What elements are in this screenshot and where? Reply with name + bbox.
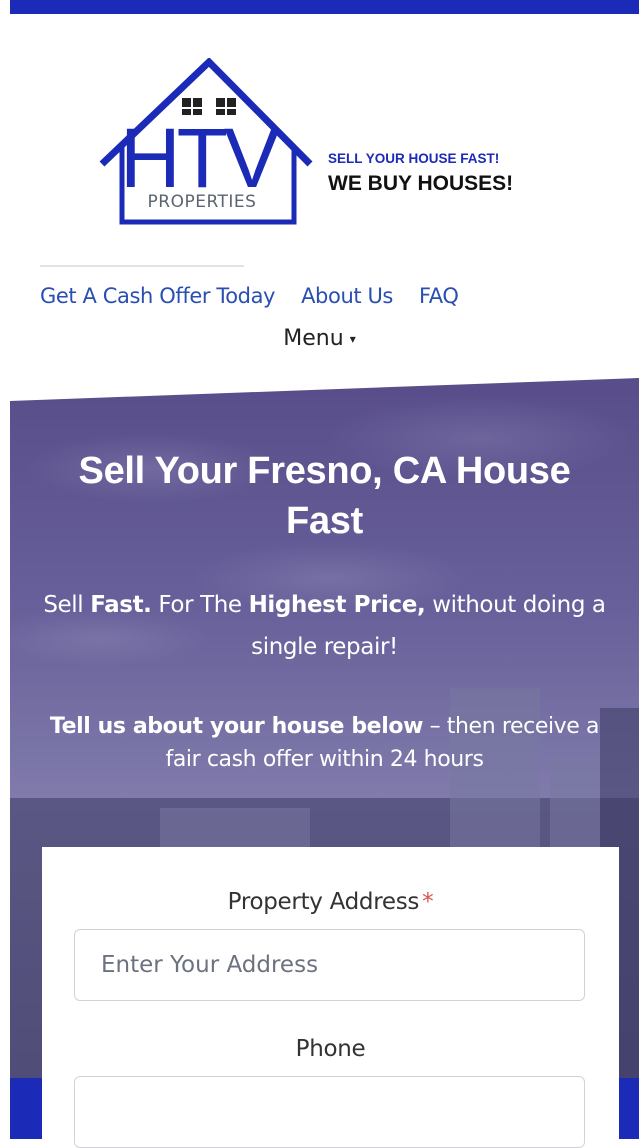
phone-input[interactable] — [74, 1076, 585, 1148]
header-divider — [40, 265, 244, 267]
required-asterisk: * — [422, 889, 434, 915]
hero-sub-fast: Fast. — [90, 592, 152, 618]
caret-down-icon: ▾ — [349, 332, 356, 346]
nav-link-cash-offer[interactable]: Get A Cash Offer Today — [40, 284, 275, 314]
top-accent-bar — [10, 0, 639, 14]
hero-sub-text: For The — [151, 592, 249, 618]
site-logo[interactable]: HTV PROPERTIES SELL YOUR HOUSE FAST! WE … — [96, 58, 566, 228]
address-input[interactable] — [74, 929, 585, 1001]
hero-sub-text: Sell — [43, 592, 91, 618]
nav-link-about[interactable]: About Us — [301, 284, 393, 314]
tagline-sell-fast: SELL YOUR HOUSE FAST! — [328, 151, 500, 166]
logo-wordmark: HTV — [120, 111, 280, 205]
logo-subtitle: PROPERTIES — [147, 192, 257, 212]
nav-link-faq[interactable]: FAQ — [419, 284, 459, 314]
main-nav: Get A Cash Offer Today About Us FAQ — [40, 284, 459, 314]
address-label-text: Property Address — [227, 889, 420, 915]
hero-instructions: Tell us about your house below – then re… — [30, 710, 619, 776]
lead-form: Property Address* Phone — [42, 847, 619, 1148]
menu-toggle[interactable]: Menu ▾ — [0, 326, 639, 351]
hero-subtitle: Sell Fast. For The Highest Price, withou… — [30, 584, 619, 668]
address-label: Property Address * — [42, 889, 619, 915]
hero-tell-bold: Tell us about your house below — [49, 714, 424, 739]
phone-label: Phone — [295, 1036, 366, 1062]
hero-title: Sell Your Fresno, CA House Fast — [78, 450, 571, 542]
menu-label: Menu — [283, 326, 344, 351]
tagline-we-buy: WE BUY HOUSES! — [328, 172, 514, 195]
hero-sub-highest: Highest Price, — [248, 592, 426, 618]
